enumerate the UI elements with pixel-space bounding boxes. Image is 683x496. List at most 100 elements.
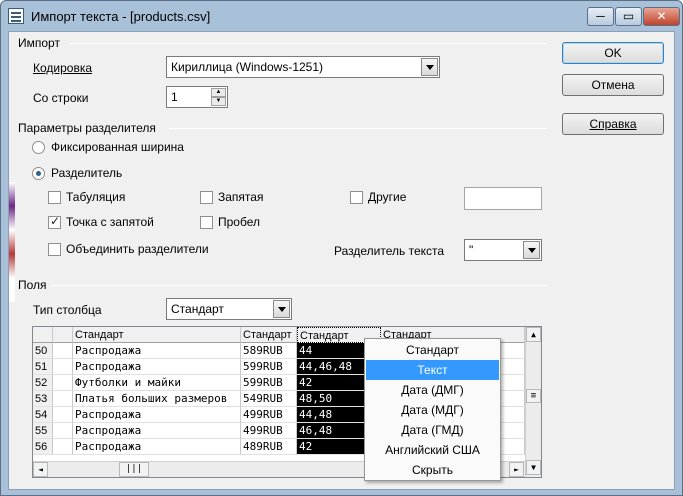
background-strip xyxy=(9,182,15,302)
row-number[interactable]: 55 xyxy=(33,423,53,439)
popup-item-text[interactable]: Текст xyxy=(366,360,499,380)
popup-item-standard[interactable]: Стандарт xyxy=(366,340,499,360)
row-number[interactable]: 56 xyxy=(33,439,53,455)
other-separator-input[interactable] xyxy=(464,187,542,210)
import-section-title: Импорт xyxy=(18,36,60,50)
other-label: Другие xyxy=(368,190,407,204)
grid-cell[interactable]: 489RUB xyxy=(241,439,297,455)
encoding-label: Кодировка xyxy=(33,61,92,75)
column-type-value: Стандарт xyxy=(171,302,224,316)
row-number[interactable]: 54 xyxy=(33,407,53,423)
from-row-spinner[interactable]: 1 ▲ ▼ xyxy=(166,86,228,108)
fixed-width-label: Фиксированная ширина xyxy=(51,140,184,154)
row-number[interactable]: 53 xyxy=(33,391,53,407)
comma-label: Запятая xyxy=(218,190,264,204)
grid-cell[interactable] xyxy=(53,391,73,407)
window-title: Импорт текста - [products.csv] xyxy=(31,9,211,24)
merge-delimiters-checkbox[interactable] xyxy=(48,243,61,256)
separated-label: Разделитель xyxy=(51,166,123,180)
semicolon-checkbox[interactable] xyxy=(48,214,61,229)
chevron-down-icon[interactable] xyxy=(421,58,438,76)
column-header[interactable]: Стандарт xyxy=(73,327,241,343)
minimize-button[interactable]: ─ xyxy=(587,7,614,26)
encoding-value: Кириллица (Windows-1251) xyxy=(171,60,324,74)
other-checkbox[interactable] xyxy=(350,191,363,204)
separator-section-title: Параметры разделителя xyxy=(18,121,156,135)
popup-item-date-dmy[interactable]: Дата (ДМГ) xyxy=(366,380,499,400)
semicolon-label: Точка с запятой xyxy=(66,215,154,229)
from-row-value: 1 xyxy=(171,90,178,104)
chevron-down-icon[interactable] xyxy=(523,241,540,259)
text-delimiter-value: " xyxy=(469,243,474,257)
popup-item-date-mdy[interactable]: Дата (МДГ) xyxy=(366,400,499,420)
popup-item-date-ymd[interactable]: Дата (ГМД) xyxy=(366,420,499,440)
close-button[interactable]: ✕ xyxy=(643,7,680,26)
scroll-left-icon[interactable]: ◄ xyxy=(33,462,48,477)
cancel-button[interactable]: Отмена xyxy=(562,74,664,96)
column-type-popup: Стандарт Текст Дата (ДМГ) Дата (МДГ) Дат… xyxy=(364,338,501,481)
help-button[interactable]: Справка xyxy=(562,113,664,135)
separator-separator-line xyxy=(169,128,547,129)
grid-cell[interactable]: 499RUB xyxy=(241,423,297,439)
scroll-up-icon[interactable]: ▲ xyxy=(526,327,541,342)
grid-cell[interactable]: Распродажа xyxy=(73,439,241,455)
grid-cell[interactable]: Распродажа xyxy=(73,423,241,439)
encoding-combo[interactable]: Кириллица (Windows-1251) xyxy=(166,56,440,78)
scroll-right-icon[interactable]: ► xyxy=(509,462,524,477)
fields-separator-line xyxy=(51,285,547,286)
tab-checkbox[interactable] xyxy=(48,191,61,204)
grid-cell[interactable] xyxy=(53,359,73,375)
separated-radio[interactable] xyxy=(32,167,45,180)
grid-cell[interactable]: 589RUB xyxy=(241,343,297,359)
scroll-thumb[interactable]: ≡ xyxy=(526,389,541,403)
chevron-down-icon[interactable] xyxy=(273,300,290,318)
h-scroll-thumb[interactable]: ||| xyxy=(119,462,149,477)
spin-up-icon[interactable]: ▲ xyxy=(211,88,226,97)
grid-cell[interactable]: 599RUB xyxy=(241,375,297,391)
from-row-label: Со строки xyxy=(33,91,89,105)
grid-cell[interactable]: Футболки и майки xyxy=(73,375,241,391)
app-icon xyxy=(8,8,24,24)
grid-cell[interactable]: Платья больших размеров xyxy=(73,391,241,407)
space-label: Пробел xyxy=(218,215,260,229)
import-separator-line xyxy=(69,43,547,44)
comma-checkbox[interactable] xyxy=(200,191,213,204)
column-header[interactable]: Стандарт xyxy=(241,327,297,343)
text-delimiter-label: Разделитель текста xyxy=(334,244,445,258)
maximize-button[interactable]: ▭ xyxy=(615,7,642,26)
grid-cell[interactable]: Распродажа xyxy=(73,407,241,423)
fields-section-title: Поля xyxy=(18,278,47,292)
grid-cell[interactable] xyxy=(53,407,73,423)
column-type-label: Тип столбца xyxy=(33,303,102,317)
title-bar[interactable]: Импорт текста - [products.csv] ─ ▭ ✕ xyxy=(1,1,683,33)
row-number[interactable]: 50 xyxy=(33,343,53,359)
ok-button[interactable]: OK xyxy=(562,42,664,64)
grid-cell[interactable] xyxy=(53,375,73,391)
grid-cell[interactable] xyxy=(53,423,73,439)
grid-cell[interactable]: Распродажа xyxy=(73,343,241,359)
vertical-scrollbar[interactable]: ▲ ≡ ▼ xyxy=(525,327,541,477)
help-button-label: Справка xyxy=(589,117,637,131)
row-number[interactable]: 51 xyxy=(33,359,53,375)
scroll-down-icon[interactable]: ▼ xyxy=(526,460,541,475)
spinner-arrows[interactable]: ▲ ▼ xyxy=(211,88,226,106)
fixed-width-radio[interactable] xyxy=(32,141,45,154)
grid-corner-blank xyxy=(53,327,73,343)
popup-item-english-us[interactable]: Английский США xyxy=(366,440,499,460)
spin-down-icon[interactable]: ▼ xyxy=(211,97,226,106)
space-checkbox[interactable] xyxy=(200,216,213,229)
column-type-combo[interactable]: Стандарт xyxy=(166,298,292,320)
popup-item-hide[interactable]: Скрыть xyxy=(366,460,499,480)
grid-cell[interactable]: 599RUB xyxy=(241,359,297,375)
merge-delimiters-label: Объединить разделители xyxy=(66,242,209,256)
grid-cell[interactable]: 549RUB xyxy=(241,391,297,407)
grid-cell[interactable]: Распродажа xyxy=(73,359,241,375)
grid-cell[interactable] xyxy=(53,343,73,359)
grid-cell[interactable]: 499RUB xyxy=(241,407,297,423)
tab-label: Табуляция xyxy=(66,190,126,204)
text-delimiter-combo[interactable]: " xyxy=(464,239,542,261)
row-number[interactable]: 52 xyxy=(33,375,53,391)
grid-cell[interactable] xyxy=(53,439,73,455)
dialog-body: Импорт Кодировка Кириллица (Windows-1251… xyxy=(8,31,675,490)
encoding-label-text: Кодировка xyxy=(33,61,93,75)
